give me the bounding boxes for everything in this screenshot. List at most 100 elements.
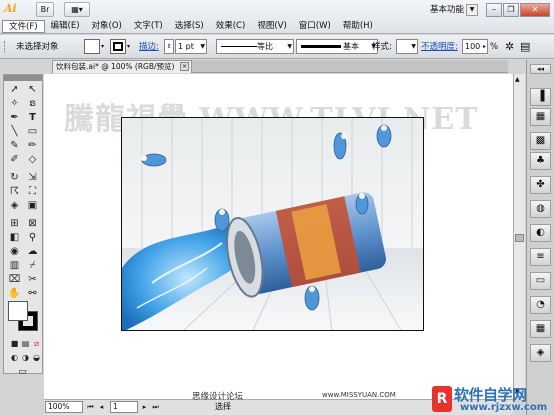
color-guide-panel-icon[interactable]: ▦ bbox=[530, 108, 551, 126]
hand-tool-icon[interactable]: ✋ bbox=[6, 287, 23, 301]
previous-artboard-icon[interactable]: ◂ bbox=[97, 402, 106, 412]
swatches-panel-icon[interactable]: ▩ bbox=[530, 132, 551, 150]
column-graph-tool-icon[interactable]: ▥ bbox=[6, 259, 23, 273]
scale-tool-icon[interactable]: ⇲ bbox=[24, 171, 41, 185]
vertical-scrollbar[interactable]: ▲ ▼ bbox=[513, 74, 525, 399]
menu-edit[interactable]: 编辑(E) bbox=[45, 20, 86, 33]
brush-label: 基本 bbox=[343, 42, 359, 51]
stroke-panel-icon[interactable]: ≡ bbox=[530, 248, 551, 266]
logo-url: www.rjzxw.com bbox=[460, 402, 548, 413]
graphic-style-select[interactable]: ▼ bbox=[396, 39, 418, 54]
brushes-panel-icon[interactable]: ✤ bbox=[530, 176, 551, 194]
perspective-grid-tool-icon[interactable]: ⊞ bbox=[6, 217, 23, 231]
document-setup-icon[interactable]: ✲ bbox=[505, 40, 514, 54]
symbol-sprayer-tool-icon[interactable]: ☁ bbox=[24, 245, 41, 259]
live-paint-tool-icon[interactable]: ▣ bbox=[24, 199, 41, 213]
shape-builder-tool-icon[interactable]: ◈ bbox=[6, 199, 23, 213]
restore-button[interactable]: ❐ bbox=[503, 3, 519, 17]
collapse-dock-icon[interactable]: ◂◂ bbox=[530, 64, 551, 74]
align-panel-icon[interactable]: ▦ bbox=[530, 320, 551, 338]
panel-header[interactable] bbox=[4, 75, 42, 81]
scroll-up-icon[interactable]: ▲ bbox=[515, 76, 520, 83]
menu-object[interactable]: 对象(O) bbox=[86, 20, 128, 33]
fill-color-box[interactable] bbox=[8, 301, 28, 321]
artboard-tool-icon[interactable]: ⌧ bbox=[6, 273, 23, 287]
menu-select[interactable]: 选择(S) bbox=[169, 20, 210, 33]
menu-type[interactable]: 文字(T) bbox=[128, 20, 169, 33]
scroll-thumb[interactable] bbox=[515, 234, 524, 242]
chevron-down-icon[interactable]: ▾ bbox=[127, 43, 130, 50]
arrange-documents-button[interactable]: ▦▾ bbox=[64, 2, 90, 17]
close-icon[interactable]: × bbox=[180, 62, 189, 71]
pencil-tool-icon[interactable]: ✏ bbox=[24, 139, 41, 153]
screen-mode-icon[interactable]: ▭ bbox=[14, 365, 31, 379]
lasso-tool-icon[interactable]: ຣ bbox=[24, 97, 41, 111]
last-artboard-icon[interactable]: ⏭ bbox=[151, 402, 160, 412]
none-mode-icon[interactable]: ⧄ bbox=[28, 337, 45, 351]
panel-menu-icon[interactable]: ▤ bbox=[520, 40, 530, 54]
stroke-swatch[interactable] bbox=[110, 39, 126, 54]
menu-effect[interactable]: 效果(C) bbox=[210, 20, 252, 33]
blend-tool-icon[interactable]: ◉ bbox=[6, 245, 23, 259]
fill-swatch[interactable] bbox=[84, 39, 100, 54]
slice-tool-icon[interactable]: ⌿ bbox=[24, 259, 41, 273]
stroke-weight-value: 1 pt bbox=[178, 42, 194, 51]
eraser-tool-icon[interactable]: ◇ bbox=[24, 153, 41, 167]
minimize-button[interactable]: – bbox=[486, 3, 502, 17]
eyedropper-tool-icon[interactable]: ⚲ bbox=[24, 231, 41, 245]
zoom-tool-icon[interactable]: ⚯ bbox=[24, 287, 41, 301]
direct-selection-tool-icon[interactable]: ↖ bbox=[24, 83, 41, 97]
line-tool-icon[interactable]: ╲ bbox=[6, 125, 23, 139]
graphic-styles-panel-icon[interactable]: ◍ bbox=[530, 200, 551, 218]
next-artboard-icon[interactable]: ▸ bbox=[140, 402, 149, 412]
menu-bar: Ai Br ▦▾ 基本功能 ▼ – ❐ ✕ 文件(F) 编辑(E) 对象(O) … bbox=[0, 0, 554, 34]
draw-inside-icon[interactable]: ◒ bbox=[28, 351, 45, 365]
magic-wand-tool-icon[interactable]: ✧ bbox=[6, 97, 23, 111]
selection-tool-icon[interactable]: ➚ bbox=[6, 83, 23, 97]
menu-file[interactable]: 文件(F) bbox=[2, 20, 45, 33]
stroke-stepper[interactable]: ⇕ bbox=[164, 39, 174, 54]
brush-definition-select[interactable]: 基本 ▼ bbox=[296, 39, 378, 54]
chevron-down-icon[interactable]: ▾ bbox=[101, 43, 104, 50]
mesh-tool-icon[interactable]: ⊠ bbox=[24, 217, 41, 231]
warp-tool-icon[interactable]: ☈ bbox=[6, 185, 23, 199]
free-transform-tool-icon[interactable]: ⛶ bbox=[24, 185, 41, 199]
type-tool-icon[interactable]: T bbox=[24, 111, 41, 125]
menu-window[interactable]: 窗口(W) bbox=[293, 20, 337, 33]
canvas-area[interactable]: 騰龍視覺 WWW.TLVI.NET bbox=[44, 74, 513, 399]
profile-label: 等比 bbox=[257, 42, 273, 51]
forum-url-watermark: www.MISSYUAN.COM bbox=[322, 391, 396, 399]
artwork-illustration bbox=[122, 118, 423, 330]
percent-sign: % bbox=[490, 42, 499, 52]
artboard-number-field[interactable]: 1 bbox=[110, 401, 138, 413]
symbols-panel-icon[interactable]: ♣ bbox=[530, 152, 551, 170]
transparency-panel-icon[interactable]: ◔ bbox=[530, 296, 551, 314]
layers-panel-icon[interactable]: ◈ bbox=[530, 344, 551, 362]
current-tool-status[interactable]: 选择 bbox=[215, 401, 275, 413]
menu-help[interactable]: 帮助(H) bbox=[337, 20, 379, 33]
rectangle-tool-icon[interactable]: ▭ bbox=[24, 125, 41, 139]
blob-brush-tool-icon[interactable]: ✐ bbox=[6, 153, 23, 167]
opacity-link[interactable]: 不透明度: bbox=[421, 40, 458, 54]
artboard[interactable] bbox=[121, 117, 424, 331]
rotate-tool-icon[interactable]: ↻ bbox=[6, 171, 23, 185]
zoom-field[interactable]: 100% bbox=[45, 401, 83, 413]
first-artboard-icon[interactable]: ⏮ bbox=[86, 402, 95, 412]
color-panel-icon[interactable]: ▐ bbox=[530, 88, 551, 106]
variable-width-profile-select[interactable]: 等比 ▼ bbox=[216, 39, 294, 54]
paintbrush-tool-icon[interactable]: ✎ bbox=[6, 139, 23, 153]
scissors-tool-icon[interactable]: ✂ bbox=[24, 273, 41, 287]
gradient-tool-icon[interactable]: ◧ bbox=[6, 231, 23, 245]
gradient-panel-icon[interactable]: ▭ bbox=[530, 272, 551, 290]
document-tab[interactable]: 饮料包装.ai* @ 100% (RGB/预览) bbox=[52, 60, 192, 73]
stroke-weight-select[interactable]: 1 pt ▼ bbox=[175, 39, 207, 54]
pen-tool-icon[interactable]: ✒ bbox=[6, 111, 23, 125]
close-button[interactable]: ✕ bbox=[520, 3, 550, 17]
menu-view[interactable]: 视图(V) bbox=[251, 20, 292, 33]
opacity-input[interactable]: 100 ▸ bbox=[462, 39, 488, 54]
bridge-button[interactable]: Br bbox=[36, 2, 54, 17]
chevron-down-icon[interactable]: ▼ bbox=[466, 4, 478, 16]
appearance-panel-icon[interactable]: ◐ bbox=[530, 224, 551, 242]
opacity-value: 100 bbox=[465, 42, 481, 51]
stroke-link[interactable]: 描边: bbox=[139, 40, 159, 54]
